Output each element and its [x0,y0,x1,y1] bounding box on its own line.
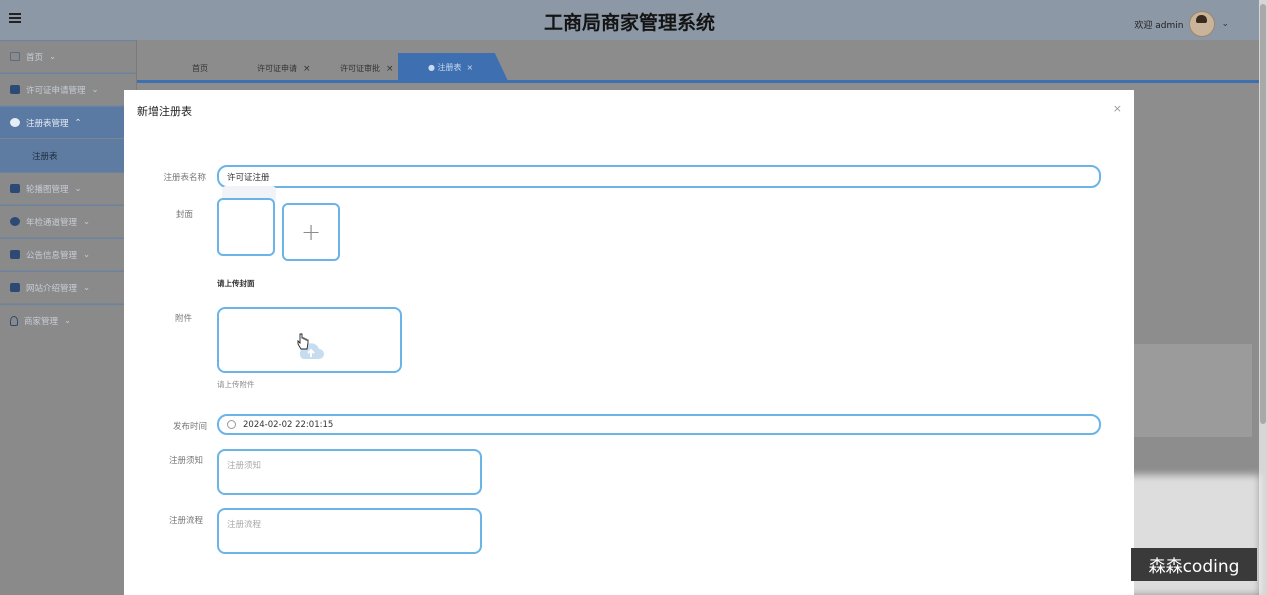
home-icon [10,52,20,61]
cover-upload-button[interactable]: + [282,203,340,261]
clock-icon [227,420,236,429]
tab-underline [137,80,1259,83]
close-icon[interactable]: × [467,63,474,72]
close-icon[interactable]: × [1113,102,1122,115]
hand-cursor-icon [297,333,309,350]
watermark: 森森coding [1131,548,1257,581]
circle-icon [10,217,20,226]
sidebar-item-label: 注册表管理 [26,118,69,129]
sidebar-item-label: 网站介绍管理 [26,283,78,294]
name-input-value: 许可证注册 [227,172,270,183]
chevron-down-icon: ⌄ [49,51,57,62]
chevron-down-icon: ⌄ [74,183,82,194]
person-icon [10,316,18,326]
sidebar-item-license-apply[interactable]: 许可证申请管理 ⌄ [0,73,136,106]
close-icon[interactable]: × [303,64,311,74]
chevron-down-icon: ⌄ [83,282,91,293]
attachment-hint: 请上传附件 [217,380,255,389]
tab-label: 首页 [192,64,208,73]
sidebar-item-announcements[interactable]: 公告信息管理 ⌄ [0,238,136,271]
background-panel [1134,344,1252,437]
sidebar-item-annual-check[interactable]: 年检通道管理 ⌄ [0,205,136,238]
app-title: 工商局商家管理系统 [543,12,715,34]
process-placeholder: 注册流程 [227,520,262,530]
publish-time-value: 2024-02-02 22:01:15 [243,419,334,430]
tab-label: ● 注册表 [428,63,462,72]
tab-registry-label[interactable]: ● 注册表 × [428,62,473,73]
close-icon[interactable]: × [386,64,394,74]
chevron-down-icon: ⌄ [83,216,91,227]
sidebar-subitem-registry[interactable]: 注册表 [0,139,136,172]
plus-circle-icon [10,118,20,127]
attachment-dropzone[interactable] [217,307,402,373]
sidebar-item-label: 公告信息管理 [26,250,78,261]
chevron-down-icon: ⌄ [64,316,72,326]
dialog-title: 新增注册表 [137,105,192,118]
top-header: 工商局商家管理系统 欢迎 admin ⌄ [0,0,1259,40]
chevron-down-icon: ⌄ [91,84,99,95]
cover-hint: 请上传封面 [217,279,255,288]
add-registry-dialog: 新增注册表 × 注册表名称 许可证注册 封面 + 请上传封面 附件 请上传附件 … [124,90,1134,595]
sidebar-item-label: 首页 [26,52,44,63]
notice-placeholder: 注册须知 [227,461,262,471]
sidebar-item-home[interactable]: 首页 ⌄ [0,40,136,73]
copy-icon [10,250,20,259]
avatar[interactable] [1189,11,1216,37]
sidebar-item-label: 年检通道管理 [26,217,78,228]
page-scrollbar[interactable] [1259,0,1267,595]
plus-icon: + [300,218,322,246]
publish-time-picker[interactable]: 2024-02-02 22:01:15 [217,414,1101,435]
grid-icon [10,283,20,292]
printer-icon [10,184,20,193]
tab-license-apply[interactable]: 许可证申请 × [257,63,311,74]
welcome-text: 欢迎 admin [1134,20,1184,31]
tab-license-approve[interactable]: 许可证审批 × [340,63,394,74]
sidebar-item-label: 许可证申请管理 [26,85,86,96]
publish-time-label: 发布时间 [172,422,207,432]
name-label: 注册表名称 [163,173,206,183]
sidebar-item-label: 商家管理 [24,317,59,327]
chart-icon [10,85,20,94]
chevron-up-icon: ⌃ [74,117,82,128]
sidebar-item-registry[interactable]: 注册表管理 ⌃ [0,106,136,139]
process-textarea[interactable]: 注册流程 [217,508,482,554]
sidebar: 首页 ⌄ 许可证申请管理 ⌄ 注册表管理 ⌃ 注册表 轮播图管理 ⌄ 年检通道管… [0,40,137,595]
tab-label: 许可证审批 [340,64,380,73]
name-input[interactable]: 许可证注册 [217,165,1101,188]
tab-label: 许可证申请 [257,64,297,73]
tab-home[interactable]: 首页 [192,63,208,74]
sidebar-item-site-intro[interactable]: 网站介绍管理 ⌄ [0,271,136,304]
tab-bar: 首页 许可证申请 × 许可证审批 × ● 注册表 × [137,40,1259,83]
attachment-label: 附件 [174,314,192,324]
cover-preview[interactable] [217,198,275,256]
chevron-down-icon: ⌄ [83,249,91,260]
notice-label: 注册须知 [168,456,203,466]
process-label: 注册流程 [168,516,203,526]
sidebar-item-label: 轮播图管理 [26,184,69,195]
sidebar-item-carousel[interactable]: 轮播图管理 ⌄ [0,172,136,205]
notice-textarea[interactable]: 注册须知 [217,449,482,495]
chevron-down-icon[interactable]: ⌄ [1221,19,1229,29]
scrollbar-thumb[interactable] [1260,4,1266,424]
sidebar-item-merchants[interactable]: 商家管理 ⌄ [0,304,136,337]
user-menu[interactable]: 欢迎 admin ⌄ [1134,11,1229,37]
cover-label: 封面 [175,210,193,220]
